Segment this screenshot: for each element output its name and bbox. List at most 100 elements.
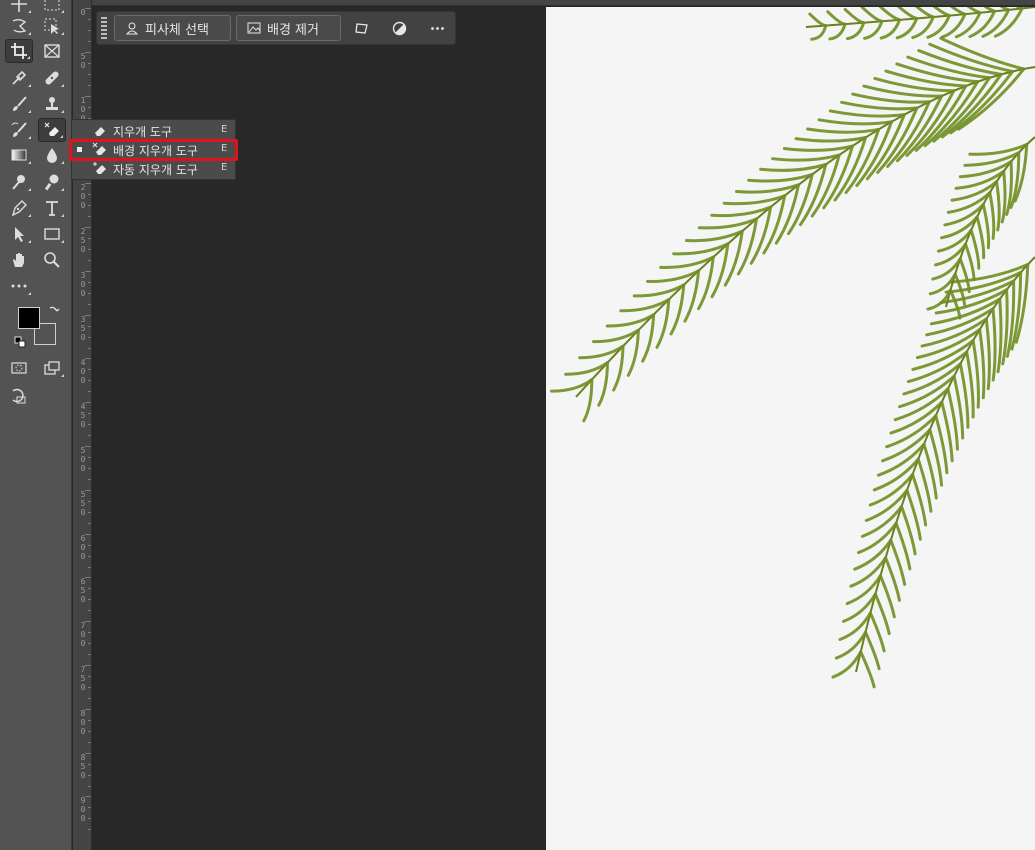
ruler-label: 450 bbox=[80, 402, 86, 430]
ruler-tick bbox=[88, 380, 91, 382]
ruler-tick bbox=[88, 30, 91, 31]
rectangle-icon bbox=[44, 228, 60, 240]
ruler-tick bbox=[85, 227, 91, 228]
rectangle-tool[interactable] bbox=[38, 222, 66, 246]
ruler-tick bbox=[88, 730, 91, 732]
ruler-tick bbox=[88, 818, 91, 820]
image-icon bbox=[247, 22, 261, 34]
more-icon bbox=[11, 284, 27, 288]
remove-background-button[interactable]: 배경 제거 bbox=[236, 15, 341, 41]
ruler-tick bbox=[85, 533, 91, 535]
crop-tool[interactable] bbox=[5, 39, 33, 63]
history-brush-tool[interactable] bbox=[5, 118, 33, 142]
palm-leaf-image bbox=[549, 7, 1035, 689]
hand-icon bbox=[13, 253, 24, 267]
ruler-label: 400 bbox=[80, 358, 86, 386]
ruler-tick bbox=[88, 347, 91, 349]
marquee-icon bbox=[44, 0, 60, 11]
type-tool[interactable] bbox=[38, 196, 66, 220]
path-selection-tool[interactable] bbox=[5, 222, 33, 246]
brush-icon bbox=[13, 96, 27, 111]
ruler-label: 850 bbox=[80, 752, 86, 780]
ruler-tick bbox=[85, 51, 91, 53]
smudge-icon bbox=[44, 174, 59, 191]
foreground-color-swatch[interactable] bbox=[18, 307, 40, 329]
ruler-tick bbox=[88, 468, 91, 469]
dodge-icon bbox=[12, 175, 25, 190]
ruler-tick bbox=[85, 489, 91, 491]
ruler-tick bbox=[88, 391, 91, 393]
ruler-tick bbox=[85, 621, 91, 623]
magic-eraser-tool-shortcut: E bbox=[221, 162, 228, 173]
ruler-tick bbox=[88, 500, 91, 502]
drag-handle[interactable] bbox=[101, 17, 107, 41]
zoom-tool[interactable] bbox=[38, 248, 66, 272]
smudge-tool[interactable] bbox=[38, 170, 66, 194]
ruler-tick bbox=[88, 62, 91, 64]
ruler-label: 300 bbox=[80, 270, 86, 298]
eyedropper-tool[interactable] bbox=[5, 66, 33, 90]
move-icon bbox=[11, 0, 27, 12]
gradient-tool[interactable] bbox=[5, 143, 33, 167]
brush-tool[interactable] bbox=[5, 92, 33, 116]
ruler-tick bbox=[88, 435, 91, 437]
ruler-tick bbox=[88, 73, 91, 75]
ruler-tick bbox=[88, 829, 91, 831]
zoom-icon bbox=[44, 252, 60, 268]
frame-tool[interactable] bbox=[38, 39, 66, 63]
pen-tool[interactable] bbox=[5, 196, 33, 220]
swap-colors-icon[interactable] bbox=[48, 304, 61, 317]
hand-tool[interactable] bbox=[5, 248, 33, 272]
more-options-button[interactable] bbox=[426, 17, 448, 39]
ruler-tick bbox=[88, 676, 91, 677]
ruler-tick bbox=[85, 270, 91, 272]
quick-mask-button[interactable] bbox=[5, 356, 33, 380]
ruler-tick bbox=[88, 719, 91, 721]
ruler-label: 0 bbox=[80, 8, 86, 17]
generative-fill-button[interactable] bbox=[5, 385, 33, 409]
pen-icon bbox=[11, 200, 27, 217]
healing-brush-tool[interactable] bbox=[38, 66, 66, 90]
document-canvas[interactable] bbox=[546, 7, 1035, 850]
blur-tool[interactable] bbox=[38, 143, 66, 167]
lasso-icon bbox=[12, 19, 27, 33]
ruler-label: 750 bbox=[80, 665, 86, 692]
lasso-tool[interactable] bbox=[5, 14, 33, 38]
type-icon bbox=[46, 201, 58, 216]
photoshop-window: 0501001502002503003504004505005506006507… bbox=[0, 0, 1035, 850]
ruler-label: 250 bbox=[80, 227, 86, 254]
magic-eraser-tool-item[interactable]: 자동 지우개 도구 E bbox=[72, 159, 235, 178]
screen-mode-button[interactable] bbox=[38, 356, 66, 380]
ruler-tick bbox=[88, 292, 91, 294]
object-select-icon bbox=[44, 18, 59, 34]
ruler-tick bbox=[88, 785, 91, 787]
eraser-tool-shortcut: E bbox=[221, 124, 228, 135]
magic-eraser-icon bbox=[93, 162, 106, 174]
object-selection-tool[interactable] bbox=[38, 14, 66, 38]
adjustment-button[interactable] bbox=[388, 17, 410, 39]
ruler-label: 200 bbox=[80, 183, 86, 211]
ellipsis-icon bbox=[430, 26, 444, 30]
background-eraser-icon bbox=[44, 122, 59, 136]
eraser-tool-group[interactable] bbox=[38, 118, 66, 142]
ruler-tick bbox=[88, 194, 91, 196]
ruler-tick bbox=[88, 457, 91, 458]
default-colors-icon[interactable] bbox=[14, 336, 26, 348]
transform-button[interactable] bbox=[350, 17, 372, 39]
ruler-tick bbox=[85, 708, 91, 710]
ruler-tick bbox=[88, 336, 91, 338]
eraser-tool-label: 지우개 도구 bbox=[113, 125, 173, 139]
ruler-tick bbox=[88, 41, 91, 42]
clone-stamp-tool[interactable] bbox=[38, 92, 66, 116]
ruler-tick bbox=[88, 687, 91, 688]
dodge-tool[interactable] bbox=[5, 170, 33, 194]
remove-background-label: 배경 제거 bbox=[267, 22, 319, 38]
ruler-tick bbox=[88, 249, 91, 250]
select-subject-button[interactable]: 피사체 선택 bbox=[114, 15, 231, 41]
edit-toolbar-button[interactable] bbox=[5, 274, 33, 298]
eraser-tool-item[interactable]: 지우개 도구 E bbox=[72, 121, 235, 140]
ruler-tick bbox=[88, 205, 91, 207]
ruler-tick bbox=[88, 238, 91, 239]
ruler-tick bbox=[88, 522, 91, 524]
path-select-icon bbox=[15, 227, 24, 242]
